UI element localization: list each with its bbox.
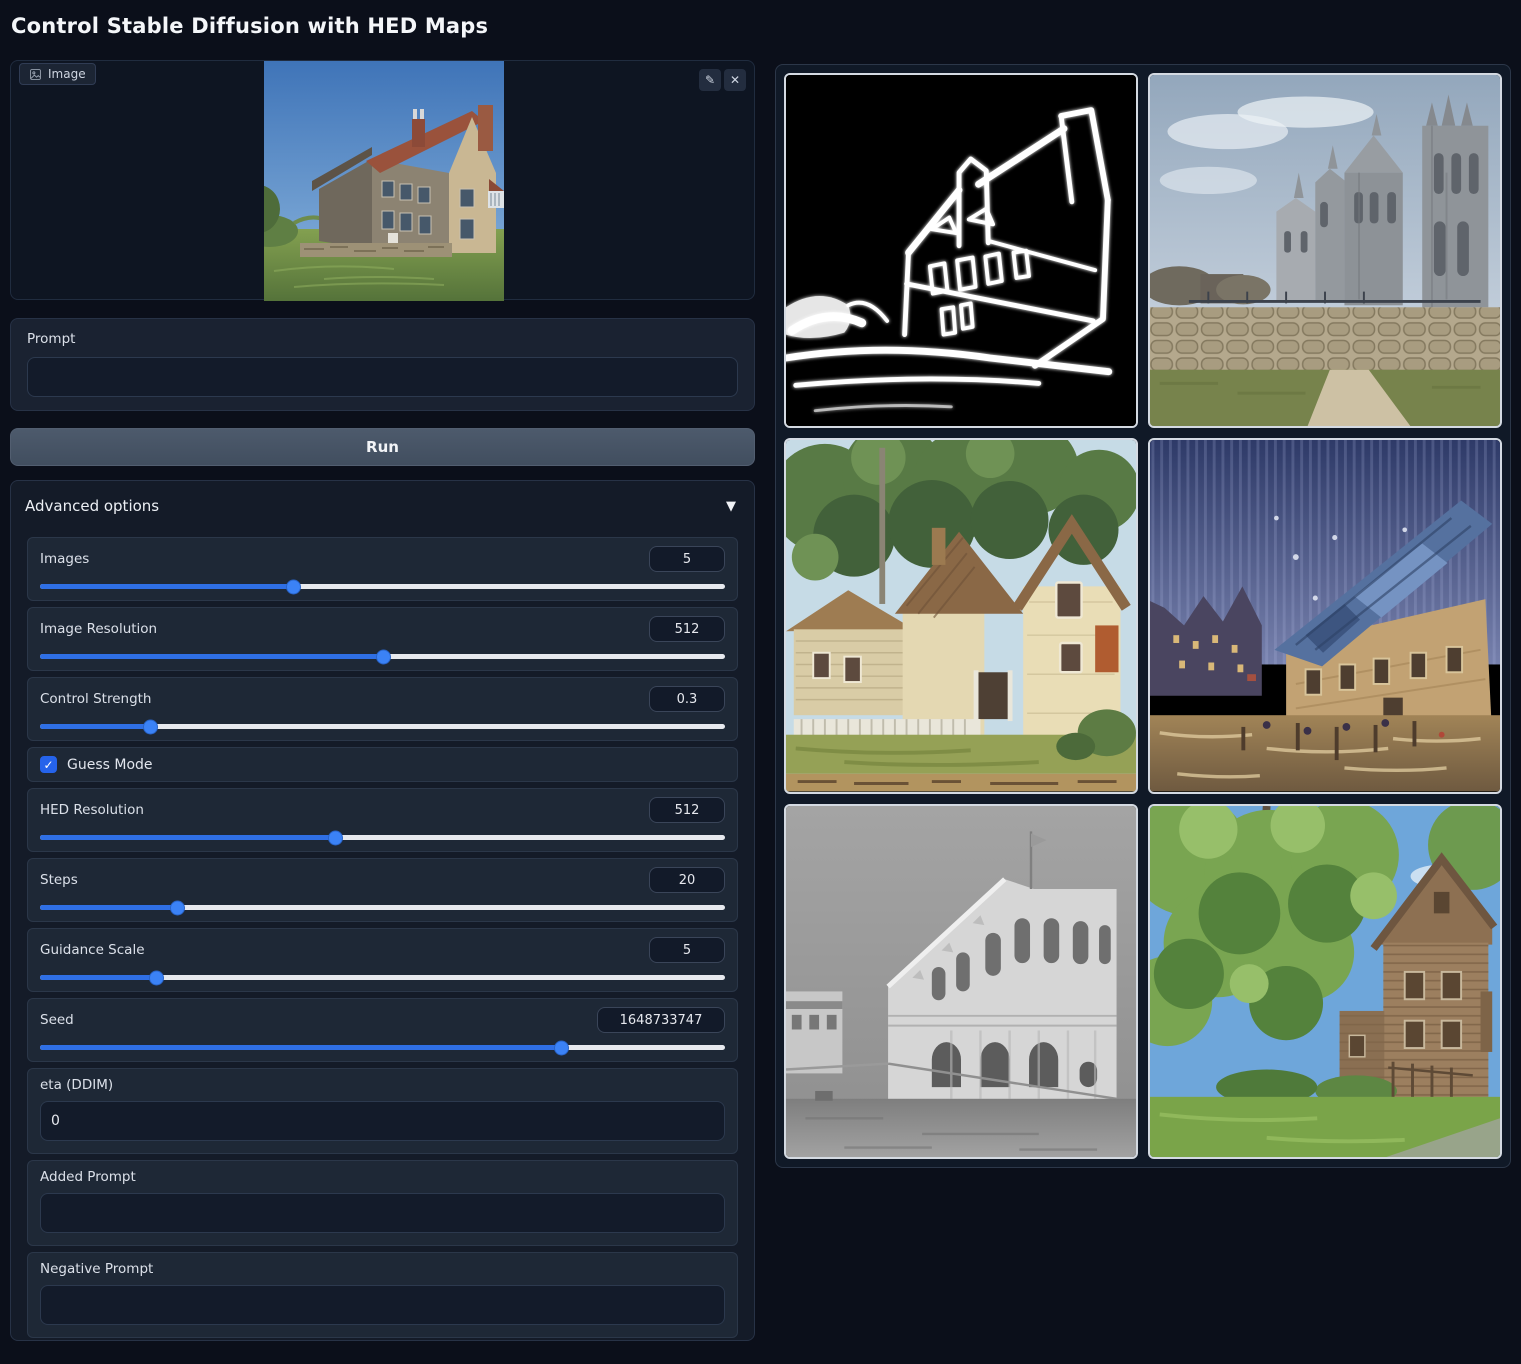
input-image-panel: Image ✎ ✕	[10, 60, 755, 300]
gallery-item-cathedral[interactable]	[1148, 73, 1502, 428]
chevron-down-icon: ▼	[726, 499, 736, 514]
gallery-item-night-painting[interactable]	[1148, 438, 1502, 793]
added-prompt-input[interactable]	[40, 1193, 725, 1233]
tree-house-image	[1150, 806, 1500, 1157]
result-gallery	[775, 64, 1511, 1168]
steps-slider-track[interactable]	[40, 905, 725, 910]
control-strength-slider-handle[interactable]	[143, 719, 158, 734]
image-resolution-label: Image Resolution	[40, 621, 157, 637]
eta-row: eta (DDIM)	[27, 1068, 738, 1154]
images-slider-track[interactable]	[40, 584, 725, 589]
slider-steps: Steps	[27, 858, 738, 922]
guidance-scale-slider-handle[interactable]	[149, 970, 164, 985]
steps-label: Steps	[40, 872, 78, 888]
guess-mode-checkbox[interactable]: ✓	[40, 756, 57, 773]
slider-guidance-scale: Guidance Scale	[27, 928, 738, 992]
steps-slider-handle[interactable]	[170, 900, 185, 915]
hed-resolution-slider-handle[interactable]	[328, 830, 343, 845]
steps-value-input[interactable]	[649, 867, 725, 893]
guess-mode-row: ✓ Guess Mode	[27, 747, 738, 782]
run-button[interactable]: Run	[10, 428, 755, 466]
negative-prompt-row: Negative Prompt	[27, 1252, 738, 1338]
control-strength-value-input[interactable]	[649, 686, 725, 712]
advanced-options-title: Advanced options	[25, 497, 159, 515]
clear-image-button[interactable]: ✕	[724, 69, 746, 91]
added-prompt-label: Added Prompt	[40, 1169, 725, 1185]
close-icon: ✕	[730, 73, 740, 87]
hed-resolution-slider-track[interactable]	[40, 835, 725, 840]
hed-map-image	[786, 75, 1136, 426]
negative-prompt-label: Negative Prompt	[40, 1261, 725, 1277]
prompt-panel: Prompt	[10, 318, 755, 411]
input-image[interactable]	[264, 61, 504, 301]
image-resolution-slider-handle[interactable]	[376, 649, 391, 664]
eta-label: eta (DDIM)	[40, 1077, 725, 1093]
cottage-image	[786, 440, 1136, 791]
eta-input[interactable]	[40, 1101, 725, 1141]
hed-resolution-value-input[interactable]	[649, 797, 725, 823]
guidance-scale-slider-track[interactable]	[40, 975, 725, 980]
hed-resolution-label: HED Resolution	[40, 802, 144, 818]
gallery-item-grayscale-building[interactable]	[784, 804, 1138, 1159]
cathedral-image	[1150, 75, 1500, 426]
guess-mode-label: Guess Mode	[67, 757, 153, 773]
advanced-options-form: Images Image Resolution Control St	[27, 537, 738, 1338]
gallery-item-hed-map[interactable]	[784, 73, 1138, 428]
slider-control-strength: Control Strength	[27, 677, 738, 741]
slider-image-resolution: Image Resolution	[27, 607, 738, 671]
night-painting-image	[1150, 440, 1500, 791]
seed-slider-track[interactable]	[40, 1045, 725, 1050]
gallery-item-tree-house[interactable]	[1148, 804, 1502, 1159]
added-prompt-row: Added Prompt	[27, 1160, 738, 1246]
page-title: Control Stable Diffusion with HED Maps	[11, 14, 488, 38]
image-label: Image	[48, 67, 86, 81]
slider-hed-resolution: HED Resolution	[27, 788, 738, 852]
advanced-options-header[interactable]: Advanced options ▼	[11, 481, 754, 531]
seed-value-input[interactable]	[597, 1007, 725, 1033]
seed-label: Seed	[40, 1012, 74, 1028]
image-resolution-slider-track[interactable]	[40, 654, 725, 659]
pencil-icon: ✎	[705, 73, 715, 87]
images-value-input[interactable]	[649, 546, 725, 572]
advanced-options-accordion: Advanced options ▼ Images Image Resoluti…	[10, 480, 755, 1341]
gallery-item-cottage[interactable]	[784, 438, 1138, 793]
guidance-scale-value-input[interactable]	[649, 937, 725, 963]
seed-slider-handle[interactable]	[554, 1040, 569, 1055]
image-icon	[29, 68, 42, 81]
control-strength-slider-track[interactable]	[40, 724, 725, 729]
prompt-input[interactable]	[27, 357, 738, 397]
slider-seed: Seed	[27, 998, 738, 1062]
control-strength-label: Control Strength	[40, 691, 152, 707]
prompt-label: Prompt	[27, 331, 738, 347]
images-label: Images	[40, 551, 89, 567]
images-slider-handle[interactable]	[286, 579, 301, 594]
image-label-chip: Image	[19, 63, 96, 85]
grayscale-building-image	[786, 806, 1136, 1157]
negative-prompt-input[interactable]	[40, 1285, 725, 1325]
slider-images: Images	[27, 537, 738, 601]
image-toolbar: ✎ ✕	[699, 69, 746, 91]
image-resolution-value-input[interactable]	[649, 616, 725, 642]
edit-image-button[interactable]: ✎	[699, 69, 721, 91]
guidance-scale-label: Guidance Scale	[40, 942, 145, 958]
app-root: Control Stable Diffusion with HED Maps I…	[0, 0, 1521, 1364]
